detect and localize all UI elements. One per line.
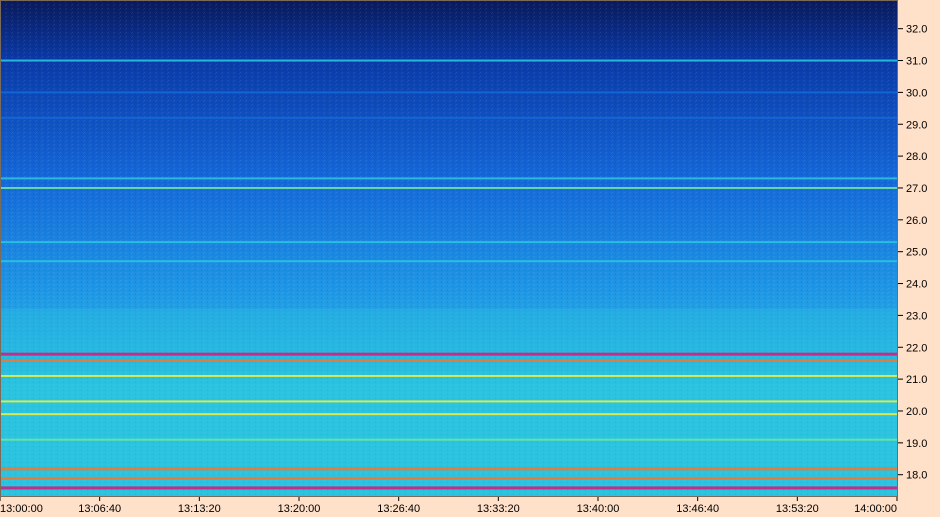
narrowband-line (0, 374, 898, 377)
y-tick-label: 19.0 (906, 438, 927, 450)
y-tick-label: 23.0 (906, 310, 927, 322)
narrowband-line (0, 260, 898, 263)
y-tick-label: 26.0 (906, 215, 927, 227)
narrowband-line (0, 186, 898, 189)
y-tick-label: 25.0 (906, 247, 927, 259)
narrowband-line (0, 91, 898, 94)
narrowband-line (0, 241, 898, 244)
y-tick-label: 22.0 (906, 342, 927, 354)
narrowband-line (0, 413, 898, 416)
spectrogram-plot: 18.0 19.0 20.0 21.0 22.0 23.0 24.0 25.0 26.0 27.0… (0, 0, 940, 517)
narrowband-line (0, 59, 898, 62)
y-tick-label: 20.0 (906, 406, 927, 418)
narrowband-line (0, 116, 898, 119)
x-tick-label: 13:46:40 (676, 503, 719, 515)
x-tick-label: 13:13:20 (178, 503, 221, 515)
y-tick-label: 31.0 (906, 56, 927, 68)
y-tick-label: 30.0 (906, 87, 927, 99)
x-tick-label: 13:53:20 (776, 503, 819, 515)
x-tick-label: 13:40:00 (577, 503, 620, 515)
spectrogram-chart: 18.0 19.0 20.0 21.0 22.0 23.0 24.0 25.0 26.0 27.0… (0, 0, 940, 517)
x-tick-label: 13:26:40 (377, 503, 420, 515)
narrowband-line (0, 359, 898, 363)
narrowband-line (0, 476, 898, 480)
plot-area (0, 0, 898, 497)
narrowband-line (0, 177, 898, 180)
y-tick-label: 32.0 (906, 24, 927, 36)
y-tick-label: 21.0 (906, 374, 927, 386)
y-tick-label: 18.0 (906, 470, 927, 482)
narrowband-line (0, 438, 898, 441)
x-tick-label: 13:06:40 (78, 503, 121, 515)
narrowband-line (0, 400, 898, 403)
x-tick-label: 13:00:00 (0, 503, 43, 515)
y-tick-label: 27.0 (906, 183, 927, 195)
narrowband-line (0, 486, 898, 490)
x-tick-label: 14:00:00 (854, 503, 897, 515)
y-tick-label: 28.0 (906, 151, 927, 163)
narrowband-line (0, 352, 898, 356)
x-tick-label: 13:33:20 (477, 503, 520, 515)
y-tick-label: 24.0 (906, 279, 927, 291)
narrowband-line (0, 467, 898, 471)
x-tick-label: 13:20:00 (278, 503, 321, 515)
y-tick-label: 29.0 (906, 119, 927, 131)
